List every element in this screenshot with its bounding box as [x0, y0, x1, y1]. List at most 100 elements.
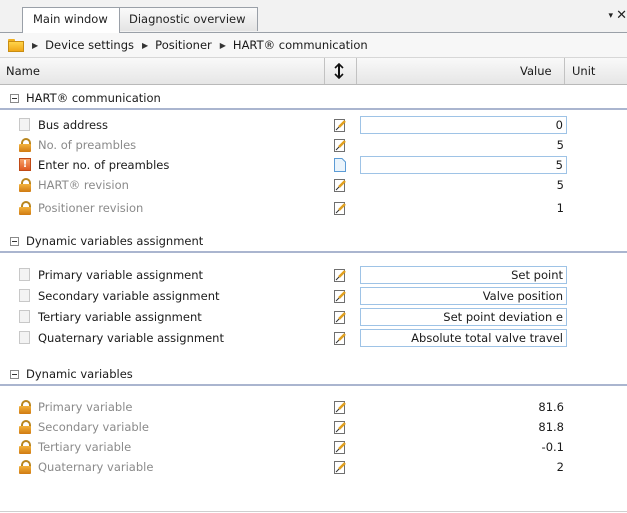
row-value: 81.6: [538, 400, 564, 414]
collapse-icon[interactable]: [10, 369, 19, 379]
secondary-variable-assignment-select[interactable]: Valve position: [360, 287, 567, 305]
table-row: Quaternary variable 2: [0, 457, 627, 477]
row-value: 81.8: [538, 420, 564, 434]
table-row[interactable]: ! Enter no. of preambles 5: [0, 155, 627, 175]
edit-icon: [334, 202, 346, 215]
section-title: Dynamic variables assignment: [26, 234, 204, 248]
warning-icon: !: [19, 158, 31, 171]
edit-icon[interactable]: [334, 331, 347, 345]
row-label: Positioner revision: [38, 201, 144, 215]
row-value: 1: [556, 201, 564, 215]
breadcrumb-arrow-icon: ▶: [219, 40, 226, 50]
row-value: 5: [556, 138, 564, 152]
row-label: No. of preambles: [38, 138, 137, 152]
breadcrumb-item-positioner[interactable]: ▶ Positioner: [134, 38, 212, 52]
edit-icon: [334, 401, 346, 414]
column-divider[interactable]: [564, 58, 565, 84]
column-divider[interactable]: [356, 58, 357, 84]
row-value: -0.1: [541, 440, 564, 454]
section-title: HART® communication: [26, 91, 161, 105]
row-value: 2: [556, 460, 564, 474]
lock-icon: [19, 201, 31, 215]
breadcrumb-arrow-icon: ▶: [142, 40, 149, 50]
row-label: HART® revision: [38, 178, 129, 192]
lock-icon: [19, 440, 31, 454]
table-row[interactable]: Bus address 0: [0, 115, 627, 135]
lock-icon: [19, 400, 31, 414]
section-dynamic-variables[interactable]: Dynamic variables: [0, 364, 627, 386]
row-label: Primary variable assignment: [38, 268, 204, 282]
table-row: No. of preambles 5: [0, 135, 627, 155]
column-header: Name Value Unit: [0, 58, 627, 85]
collapse-icon[interactable]: [10, 236, 19, 246]
breadcrumb-label: Positioner: [155, 38, 212, 52]
table-row: HART® revision 5: [0, 175, 627, 195]
bus-address-input[interactable]: 0: [360, 116, 567, 134]
primary-variable-assignment-select[interactable]: Set point: [360, 266, 567, 284]
table-row[interactable]: Secondary variable assignment Valve posi…: [0, 286, 627, 306]
tab-menu-icon[interactable]: ▾: [608, 11, 613, 21]
table-row[interactable]: Quaternary variable assignment Absolute …: [0, 328, 627, 348]
row-label: Tertiary variable assignment: [38, 310, 202, 324]
row-label: Secondary variable: [38, 420, 149, 434]
row-label: Bus address: [38, 118, 109, 132]
table-row: Primary variable 81.6: [0, 397, 627, 417]
row-label: Tertiary variable: [38, 440, 132, 454]
row-label: Quaternary variable assignment: [38, 331, 224, 345]
tab-diagnostic-overview[interactable]: Diagnostic overview: [118, 7, 258, 31]
document-icon: [19, 289, 30, 302]
table-row[interactable]: Primary variable assignment Set point: [0, 265, 627, 285]
table-row[interactable]: Tertiary variable assignment Set point d…: [0, 307, 627, 327]
column-header-unit[interactable]: Unit: [572, 64, 595, 78]
tertiary-variable-assignment-select[interactable]: Set point deviation e: [360, 308, 567, 326]
document-icon: [19, 268, 30, 281]
bottom-divider: [0, 511, 627, 512]
lock-icon: [19, 460, 31, 474]
column-divider[interactable]: [324, 58, 325, 84]
edit-icon: [334, 139, 346, 152]
table-row: Tertiary variable -0.1: [0, 437, 627, 457]
row-label: Primary variable: [38, 400, 133, 414]
sort-icon[interactable]: [334, 63, 344, 79]
row-value: 5: [556, 178, 564, 192]
edit-icon[interactable]: [334, 118, 347, 132]
edit-icon: [334, 179, 346, 192]
breadcrumb-item-hart-communication[interactable]: ▶ HART® communication: [212, 38, 368, 52]
breadcrumb-arrow-icon: ▶: [32, 40, 39, 50]
document-icon: [19, 310, 30, 323]
breadcrumb-label: Device settings: [45, 38, 135, 52]
document-icon: [19, 331, 30, 344]
breadcrumb: ▶ Device settings ▶ Positioner ▶ HART® c…: [0, 33, 627, 58]
edit-icon: [334, 421, 346, 434]
edit-icon[interactable]: [334, 310, 347, 324]
breadcrumb-item-device-settings[interactable]: ▶ Device settings: [24, 38, 134, 52]
column-header-value[interactable]: Value: [520, 64, 552, 78]
section-title: Dynamic variables: [26, 367, 133, 381]
row-label: Quaternary variable: [38, 460, 154, 474]
quaternary-variable-assignment-select[interactable]: Absolute total valve travel: [360, 329, 567, 347]
folder-icon[interactable]: [8, 38, 24, 52]
document-icon: [19, 118, 30, 131]
collapse-icon[interactable]: [10, 93, 19, 103]
edit-icon: [334, 461, 346, 474]
lock-icon: [19, 138, 31, 152]
close-icon[interactable]: ✕: [616, 8, 627, 23]
breadcrumb-label: HART® communication: [232, 38, 368, 52]
lock-icon: [19, 178, 31, 192]
edit-icon: [334, 441, 346, 454]
column-header-name[interactable]: Name: [6, 64, 40, 78]
edit-icon[interactable]: [334, 289, 347, 303]
lock-icon: [19, 420, 31, 434]
edit-icon[interactable]: [334, 268, 347, 282]
document-edit-icon[interactable]: [334, 158, 347, 172]
preambles-input[interactable]: 5: [360, 156, 567, 174]
table-row: Secondary variable 81.8: [0, 417, 627, 437]
tab-strip: Main window Diagnostic overview ▾ ✕: [0, 0, 627, 33]
row-label: Enter no. of preambles: [38, 158, 170, 172]
tab-main-window[interactable]: Main window: [22, 7, 120, 33]
section-hart-communication[interactable]: HART® communication: [0, 88, 627, 110]
section-dynamic-variables-assignment[interactable]: Dynamic variables assignment: [0, 231, 627, 253]
tab-diagnostic-overview-label: Diagnostic overview: [129, 12, 246, 26]
tab-main-window-label: Main window: [33, 12, 108, 26]
row-label: Secondary variable assignment: [38, 289, 220, 303]
